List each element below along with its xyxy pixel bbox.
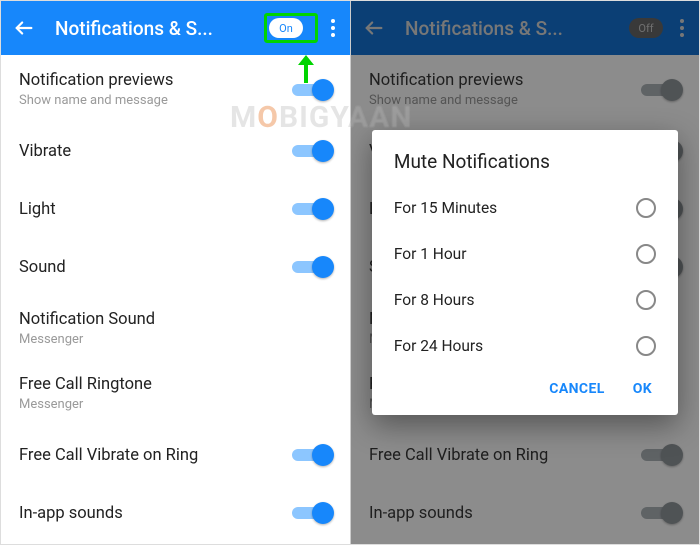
back-icon[interactable] [13, 17, 35, 39]
settings-list: Notification previews Show name and mess… [1, 55, 350, 542]
ok-button[interactable]: OK [633, 381, 652, 397]
radio-label: For 1 Hour [394, 245, 636, 263]
mute-dialog: Mute Notifications For 15 Minutes For 1 … [372, 130, 678, 415]
row-title: Notification previews [19, 71, 292, 90]
row-title: Free Call Vibrate on Ring [19, 446, 292, 465]
row-notification-sound[interactable]: Notification Sound Messenger [1, 296, 350, 361]
radio-label: For 15 Minutes [394, 199, 636, 217]
row-title: In-app sounds [19, 504, 292, 523]
row-sub: Messenger [19, 397, 332, 412]
row-sub: Messenger [19, 332, 332, 347]
radio-icon [636, 290, 656, 310]
radio-icon [636, 198, 656, 218]
switch-vibrate[interactable] [292, 140, 332, 162]
cancel-button[interactable]: CANCEL [549, 381, 604, 397]
switch-notification-previews[interactable] [292, 79, 332, 101]
overflow-menu-icon[interactable] [324, 19, 342, 37]
row-free-call-ringtone[interactable]: Free Call Ringtone Messenger [1, 361, 350, 426]
row-sub: Show name and message [19, 93, 292, 108]
right-pane: Notifications & S... Off Notification pr… [350, 1, 699, 544]
row-title: Light [19, 200, 292, 219]
appbar-title: Notifications & S... [55, 17, 264, 40]
highlight-annotation: On [264, 13, 318, 43]
radio-label: For 8 Hours [394, 291, 636, 309]
switch-free-call-vibrate[interactable] [292, 444, 332, 466]
left-pane: Notifications & S... On Notification pre… [1, 1, 350, 544]
row-in-app-sounds[interactable]: In-app sounds [1, 484, 350, 542]
row-title: Free Call Ringtone [19, 375, 332, 394]
row-light[interactable]: Light [1, 180, 350, 238]
mute-option-24-hours[interactable]: For 24 Hours [394, 323, 656, 369]
appbar: Notifications & S... On [1, 1, 350, 55]
switch-in-app-sounds[interactable] [292, 502, 332, 524]
mute-option-8-hours[interactable]: For 8 Hours [394, 277, 656, 323]
switch-sound[interactable] [292, 256, 332, 278]
dialog-title: Mute Notifications [394, 150, 656, 173]
dialog-scrim[interactable]: Mute Notifications For 15 Minutes For 1 … [351, 1, 699, 544]
row-free-call-vibrate[interactable]: Free Call Vibrate on Ring [1, 426, 350, 484]
row-notification-previews[interactable]: Notification previews Show name and mess… [1, 57, 350, 122]
row-title: Sound [19, 258, 292, 277]
row-title: Vibrate [19, 142, 292, 161]
radio-icon [636, 244, 656, 264]
row-title: Notification Sound [19, 310, 332, 329]
radio-label: For 24 Hours [394, 337, 636, 355]
dialog-actions: CANCEL OK [394, 369, 656, 405]
row-sound[interactable]: Sound [1, 238, 350, 296]
master-toggle-on[interactable]: On [269, 18, 303, 38]
switch-light[interactable] [292, 198, 332, 220]
mute-option-1-hour[interactable]: For 1 Hour [394, 231, 656, 277]
mute-option-15-min[interactable]: For 15 Minutes [394, 185, 656, 231]
row-vibrate[interactable]: Vibrate [1, 122, 350, 180]
radio-icon [636, 336, 656, 356]
